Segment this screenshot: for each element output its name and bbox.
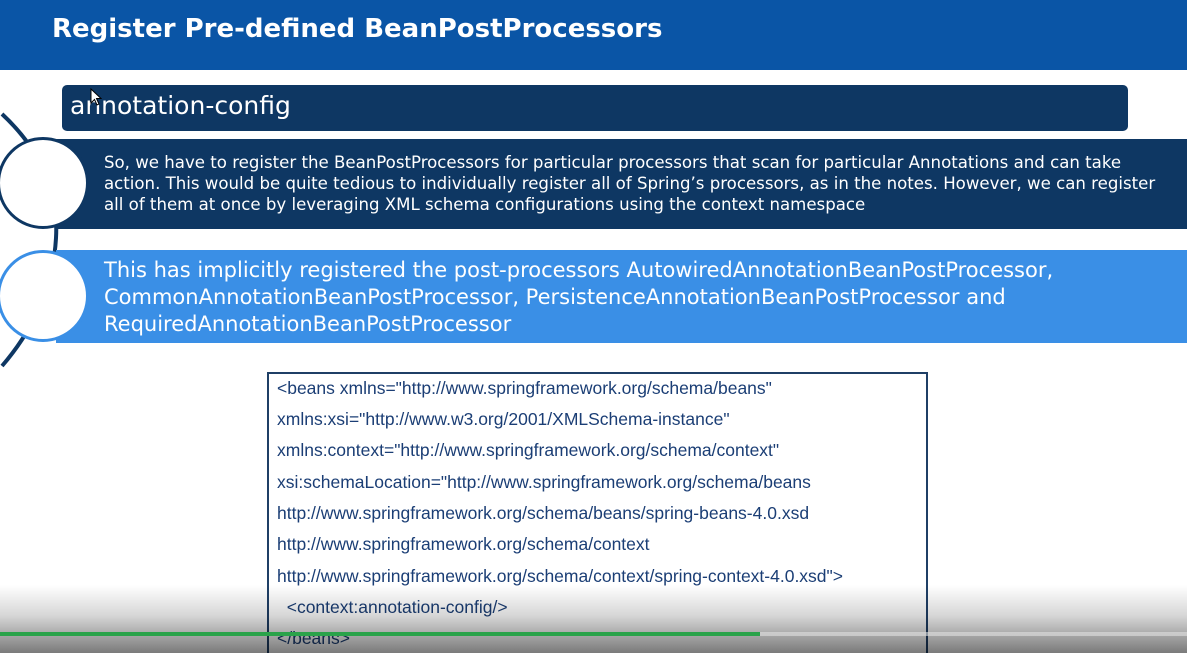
mouse-cursor-icon [90,88,102,106]
code-line: <context:annotation-config/> [277,597,508,617]
code-line: <beans xmlns="http://www.springframework… [277,378,772,398]
code-line: xsi:schemaLocation="http://www.springfra… [277,472,811,492]
title-bar: Register Pre-defined BeanPostProcessors [0,0,1187,70]
section-header: annotation-config [62,85,1128,131]
info-band-light: This has implicitly registered the post-… [56,250,1187,343]
timeline-circle-2 [0,250,89,342]
paragraph-2: This has implicitly registered the post-… [104,258,1054,336]
timeline-circle-1 [0,137,89,229]
code-box: <beans xmlns="http://www.springframework… [267,372,928,653]
paragraph-1: So, we have to register the BeanPostProc… [104,153,1156,214]
video-progress-fill [0,632,760,636]
video-progress-bar[interactable] [0,632,1187,636]
code-line: http://www.springframework.org/schema/be… [277,503,810,523]
info-band-dark: So, we have to register the BeanPostProc… [56,139,1187,229]
code-line: http://www.springframework.org/schema/co… [277,534,650,554]
section-header-text: annotation-config [70,91,291,120]
code-line: xmlns:context="http://www.springframewor… [277,440,780,460]
code-line: xmlns:xsi="http://www.w3.org/2001/XMLSch… [277,409,730,429]
slide: Register Pre-defined BeanPostProcessors … [0,0,1187,653]
code-line: http://www.springframework.org/schema/co… [277,566,843,586]
slide-title: Register Pre-defined BeanPostProcessors [52,14,663,44]
